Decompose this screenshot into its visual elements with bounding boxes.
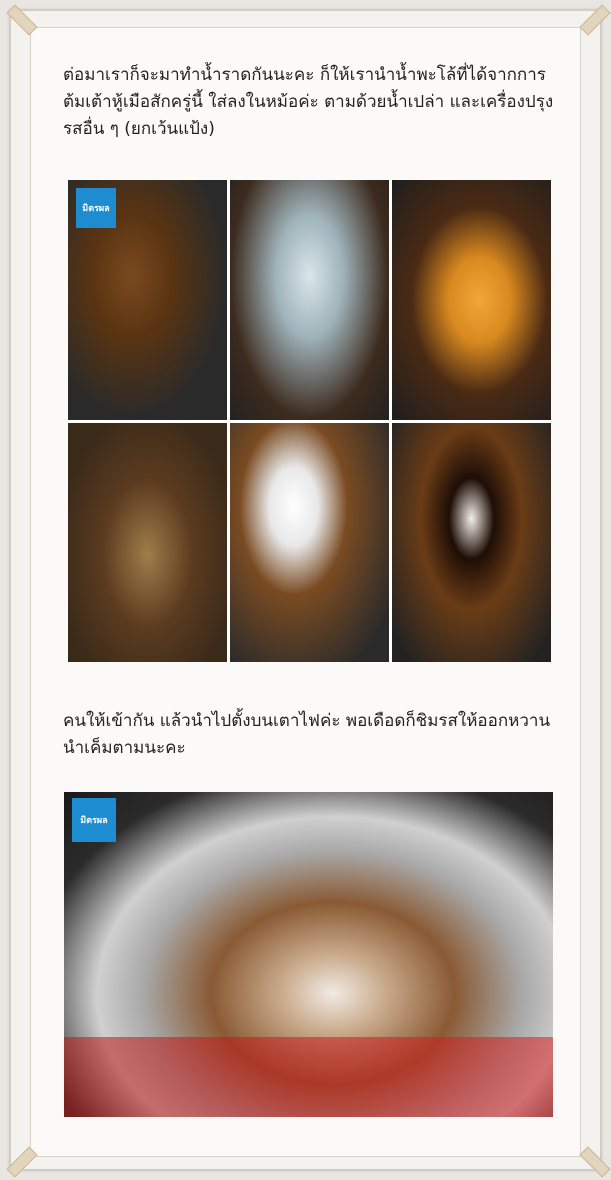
brand-logo: มิตรผล: [76, 188, 116, 228]
instruction-paragraph-2: คนให้เข้ากัน แล้วนำไปตั้งบนเตาไฟค่ะ พอเด…: [63, 711, 551, 758]
corner-tape-top-right: [575, 2, 611, 36]
photo-salt-bowl: [230, 422, 389, 662]
photo-soy-sauce-bowl: [392, 422, 551, 662]
corner-tape-top-left: [2, 2, 38, 36]
photo-pour-water: [230, 180, 389, 420]
photo-grid: มิตรผล: [68, 180, 551, 662]
corner-tape-bottom-right: [575, 1144, 611, 1178]
photo-sugar-jar: [392, 180, 551, 420]
instruction-paragraph-1: ต่อมาเราก็จะมาทำน้ำราดกันนะคะ ก็ให้เรานำ…: [63, 65, 554, 139]
stove-burner: [64, 1037, 553, 1117]
corner-tape-bottom-left: [2, 1144, 38, 1178]
brand-logo: มิตรผล: [72, 798, 116, 842]
photo-brown-sugar-bag: [68, 422, 227, 662]
photo-pour-broth: มิตรผล: [68, 180, 227, 420]
photo-stirring-pot: มิตรผล: [64, 792, 553, 1117]
